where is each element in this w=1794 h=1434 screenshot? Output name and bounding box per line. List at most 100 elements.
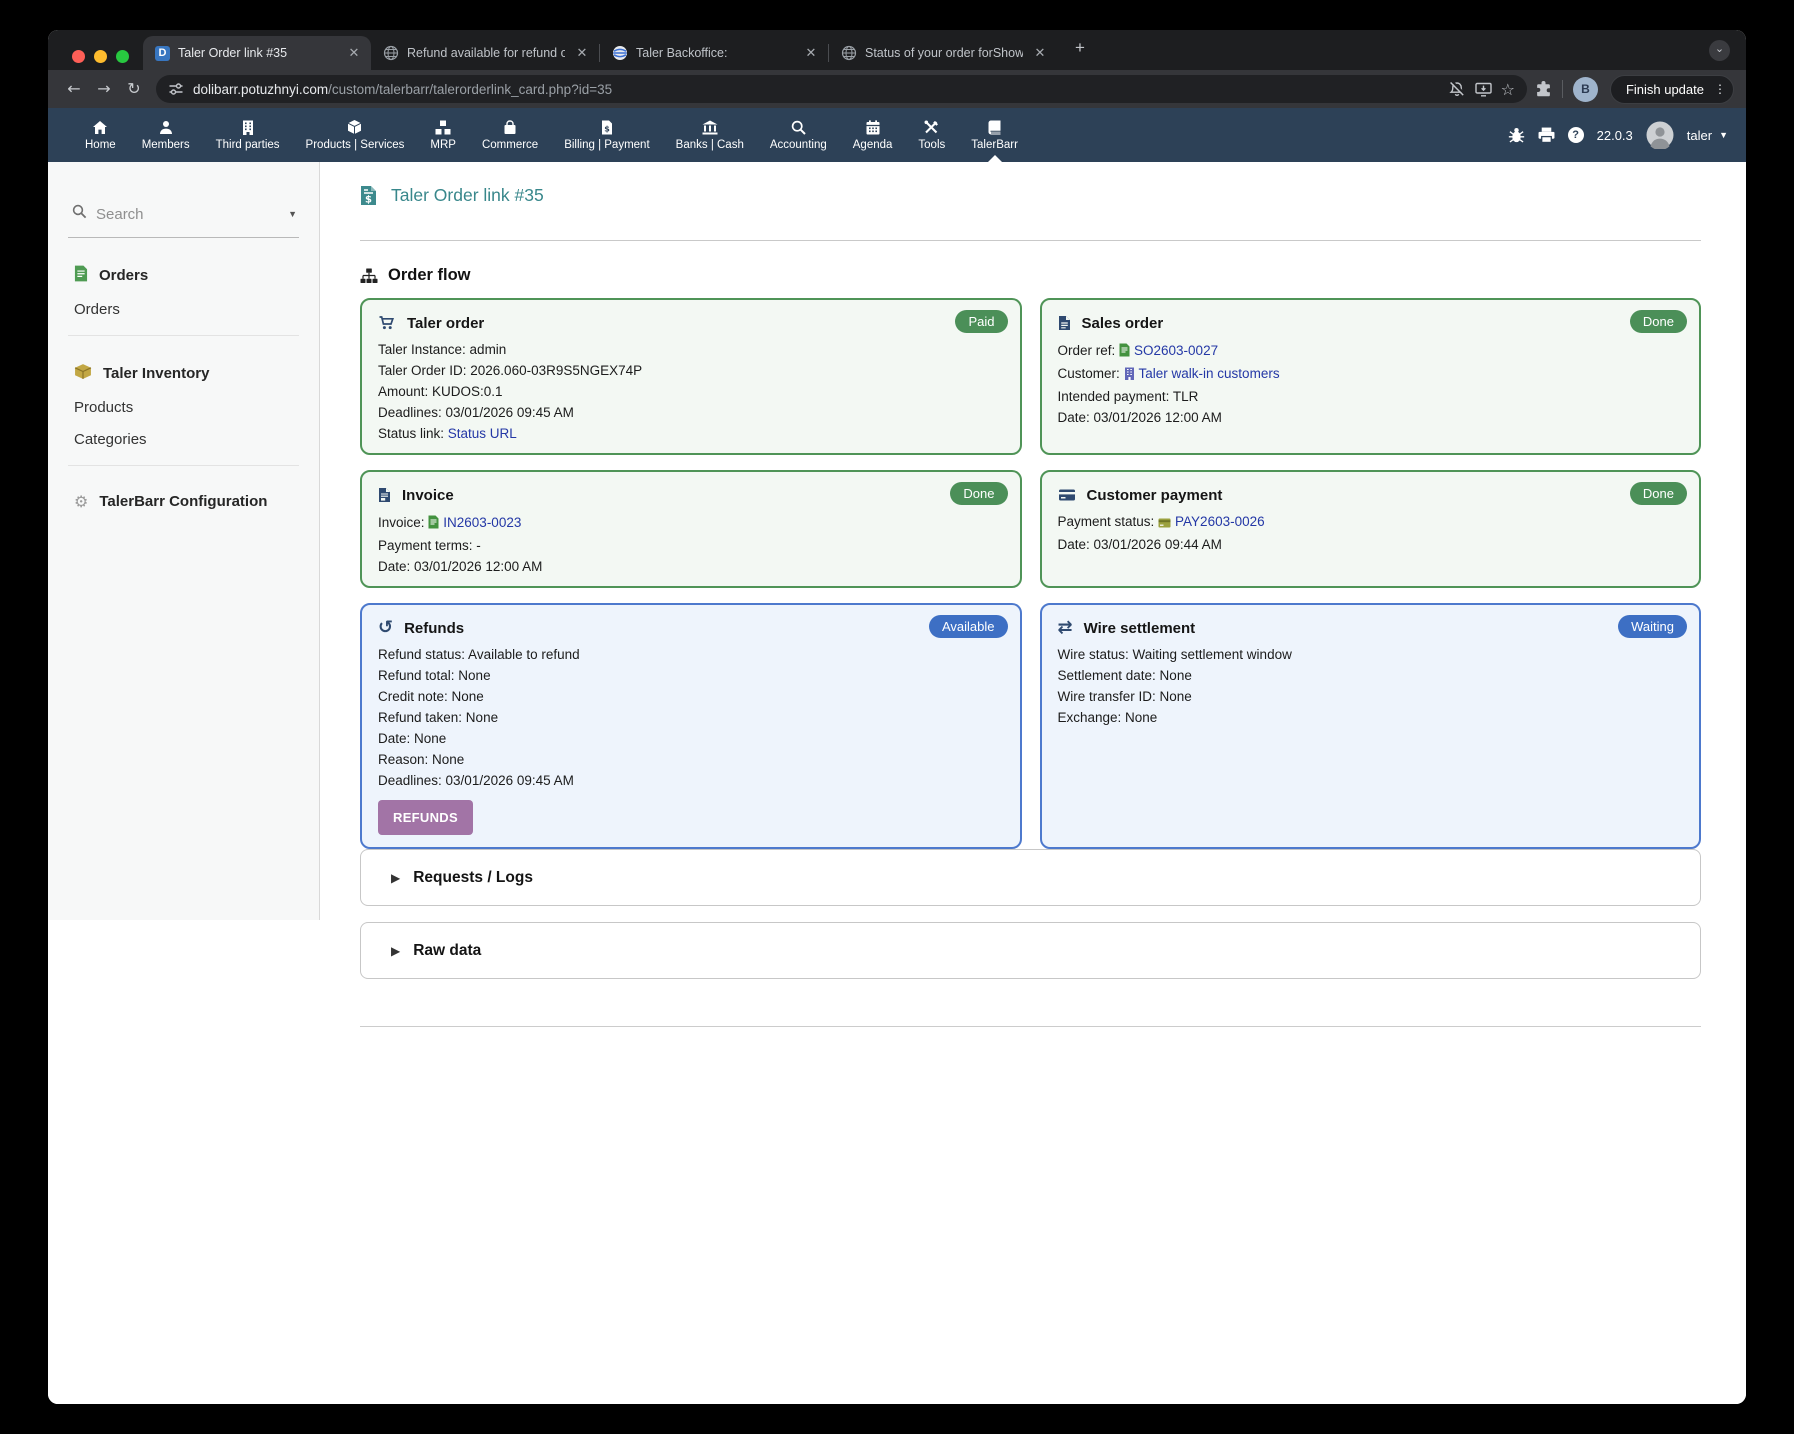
main-content: $ Taler Order link #35 Order flow Taler … — [320, 162, 1746, 1404]
window-controls — [72, 50, 129, 63]
card-link[interactable]: SO2603-0027 — [1134, 343, 1218, 358]
sidebar-item-products[interactable]: Products — [74, 399, 299, 416]
sidebar-section-orders: Orders — [74, 265, 299, 286]
sidebar-item-categories[interactable]: Categories — [74, 431, 299, 448]
browser-tab[interactable]: Status of your order forShow✕ — [829, 36, 1057, 70]
menu-item-accounting[interactable]: Accounting — [757, 108, 840, 162]
card-field: Deadlines: 03/01/2026 09:45 AM — [378, 406, 1004, 420]
toolbar-divider — [1562, 80, 1563, 98]
card-sales-order: Sales orderDoneOrder ref: SO2603-0027Cus… — [1040, 298, 1702, 455]
site-settings-icon[interactable] — [168, 81, 184, 97]
address-bar[interactable]: dolibarr.potuzhnyi.com/custom/talerbarr/… — [156, 75, 1527, 103]
menu-item-home[interactable]: Home — [72, 108, 129, 162]
card-field: Refund total: None — [378, 669, 1004, 683]
url-text[interactable]: dolibarr.potuzhnyi.com/custom/talerbarr/… — [193, 82, 1439, 97]
tab-search-button[interactable]: ⌄ — [1709, 40, 1730, 61]
minimize-window-button[interactable] — [94, 50, 107, 63]
card-link[interactable]: PAY2603-0026 — [1175, 514, 1265, 529]
card-field: Payment terms: - — [378, 539, 1004, 553]
card-field: Date: 03/01/2026 12:00 AM — [1058, 411, 1684, 425]
menu-item-tools[interactable]: Tools — [905, 108, 958, 162]
tools-icon — [924, 119, 939, 135]
extensions-icon[interactable] — [1535, 81, 1552, 98]
card-field: Exchange: None — [1058, 711, 1684, 725]
requests-logs-panel[interactable]: ▶ Requests / Logs — [360, 849, 1701, 906]
sitemap-icon — [360, 268, 378, 284]
bookmark-star-icon[interactable]: ☆ — [1501, 80, 1515, 99]
notifications-blocked-icon[interactable] — [1448, 81, 1466, 97]
user-avatar[interactable] — [1646, 121, 1674, 149]
browser-toolbar: ← → ↻ dolibarr.potuzhnyi.com/custom/tale… — [48, 70, 1746, 108]
card-field: Intended payment: TLR — [1058, 390, 1684, 404]
card-link[interactable]: Status URL — [448, 426, 517, 441]
refunds-button[interactable]: REFUNDS — [378, 800, 473, 835]
raw-data-panel[interactable]: ▶ Raw data — [360, 922, 1701, 979]
tab-close-icon[interactable]: ✕ — [802, 44, 820, 62]
close-window-button[interactable] — [72, 50, 85, 63]
search-dropdown-icon[interactable]: ▼ — [288, 209, 297, 219]
undo-icon: ↺ — [378, 620, 393, 636]
card-field: Wire status: Waiting settlement window — [1058, 648, 1684, 662]
debug-bug-icon[interactable] — [1508, 127, 1525, 143]
page-body: Search ▼ Orders Orders Taler Inventory — [48, 162, 1746, 1404]
sidebar-section-config[interactable]: ⚙ TalerBarr Configuration — [74, 493, 299, 510]
menu-item-banks-cash[interactable]: Banks | Cash — [663, 108, 757, 162]
card-title: Taler order — [407, 315, 484, 332]
search-input[interactable]: Search — [96, 206, 279, 223]
tab-close-icon[interactable]: ✕ — [345, 44, 363, 62]
finish-update-button[interactable]: Finish update ⋮ — [1610, 75, 1734, 104]
browser-tab[interactable]: DTaler Order link #35✕ — [143, 36, 371, 70]
menu-item-agenda[interactable]: Agenda — [840, 108, 906, 162]
order-flow-header: Order flow — [360, 266, 1701, 285]
doc-green-icon — [1119, 343, 1130, 360]
menu-item-third-parties[interactable]: Third parties — [203, 108, 293, 162]
profile-avatar[interactable]: B — [1573, 77, 1598, 102]
billing-icon: $ — [601, 119, 613, 135]
user-menu[interactable]: taler ▼ — [1687, 128, 1728, 143]
agenda-icon — [866, 119, 880, 135]
menu-item-mrp[interactable]: MRP — [417, 108, 469, 162]
new-tab-button[interactable]: + — [1067, 36, 1093, 62]
title-separator — [360, 240, 1701, 241]
help-icon[interactable]: ? — [1568, 127, 1584, 143]
card-field: Wire transfer ID: None — [1058, 690, 1684, 704]
tab-close-icon[interactable]: ✕ — [1031, 44, 1049, 62]
sidebar-item-orders[interactable]: Orders — [74, 301, 299, 318]
version-label: 22.0.3 — [1597, 128, 1633, 143]
menu-item-talerbarr[interactable]: TalerBarr — [958, 108, 1031, 162]
back-button[interactable]: ← — [60, 75, 88, 103]
navbar-right: ? 22.0.3 taler ▼ — [1508, 121, 1728, 149]
tab-title: Taler Backoffice: — [636, 46, 794, 60]
browser-tab[interactable]: Taler Backoffice: ✕ — [600, 36, 828, 70]
order-flow-title: Order flow — [388, 266, 471, 285]
browser-tab[interactable]: Refund available for refund of ✕ — [371, 36, 599, 70]
username-label: taler — [1687, 128, 1712, 143]
sidebar-search[interactable]: Search ▼ — [68, 204, 299, 238]
card-field: Date: None — [378, 732, 1004, 746]
products-icon — [347, 119, 362, 135]
card-header: Sales order — [1058, 310, 1684, 336]
card-field: Reason: None — [378, 753, 1004, 767]
maximize-window-button[interactable] — [116, 50, 129, 63]
card-link[interactable]: IN2603-0023 — [443, 515, 521, 530]
install-app-icon[interactable] — [1475, 82, 1492, 97]
collapse-arrow-icon: ▶ — [391, 944, 400, 958]
reload-button[interactable]: ↻ — [120, 75, 148, 103]
card-field: Settlement date: None — [1058, 669, 1684, 683]
kebab-menu-icon[interactable]: ⋮ — [1714, 85, 1724, 94]
print-icon[interactable] — [1538, 127, 1555, 143]
menu-item-label: Members — [142, 139, 190, 151]
forward-button[interactable]: → — [90, 75, 118, 103]
menu-item-commerce[interactable]: Commerce — [469, 108, 551, 162]
tab-title: Refund available for refund of — [407, 46, 565, 60]
finish-update-label: Finish update — [1626, 82, 1704, 97]
tab-title: Taler Order link #35 — [178, 46, 337, 60]
menu-item-members[interactable]: Members — [129, 108, 203, 162]
menu-item-label: Banks | Cash — [676, 139, 744, 151]
thirdparties-icon — [242, 119, 254, 135]
card-field: Taler Order ID: 2026.060-03R9S5NGEX74P — [378, 364, 1004, 378]
menu-item-products-services[interactable]: Products | Services — [293, 108, 418, 162]
menu-item-billing-payment[interactable]: $Billing | Payment — [551, 108, 662, 162]
tab-close-icon[interactable]: ✕ — [573, 44, 591, 62]
card-link[interactable]: Taler walk-in customers — [1139, 366, 1280, 381]
